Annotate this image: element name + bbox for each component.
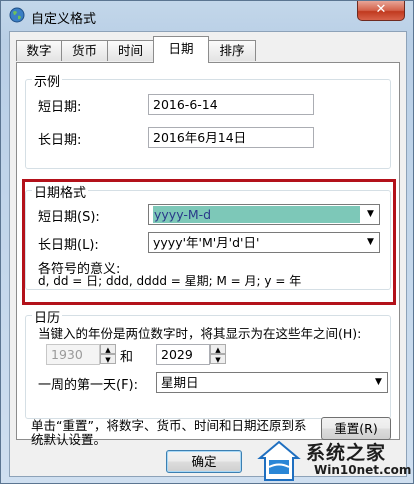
- date-format-group-label: 日期格式: [32, 182, 89, 201]
- house-logo-icon: [257, 440, 301, 481]
- year-from-field: 1930: [46, 344, 100, 365]
- dialog-window: 自定义格式 ✕ 数字 货币 时间 日期 排序 示例 短日期: 2016-6-14…: [0, 0, 414, 484]
- example-long-date-label: 长日期:: [38, 133, 82, 148]
- tab-currency[interactable]: 货币: [61, 40, 108, 61]
- spin-down-icon: ▼: [100, 354, 116, 364]
- watermark-url: Win10net.com: [314, 463, 412, 477]
- example-long-date-field: 2016年6月14日: [148, 127, 314, 148]
- first-day-value: 星期日: [161, 375, 199, 390]
- example-short-date-label: 短日期:: [38, 100, 82, 115]
- long-date-format-label: 长日期(L):: [38, 238, 99, 253]
- short-date-format-label: 短日期(S):: [38, 210, 100, 225]
- globe-icon: [9, 7, 25, 23]
- year-to-spinner[interactable]: ▲ ▼: [210, 344, 226, 365]
- long-date-format-value: yyyy'年'M'月'd'日': [153, 235, 260, 250]
- short-date-format-combo[interactable]: yyyy-M-d ▼: [148, 204, 380, 225]
- example-group: 示例 短日期: 2016-6-14 长日期: 2016年6月14日: [25, 71, 391, 169]
- and-label: 和: [120, 350, 134, 365]
- tab-numbers[interactable]: 数字: [16, 40, 62, 61]
- close-icon: ✕: [375, 2, 387, 17]
- example-short-date-field: 2016-6-14: [148, 94, 314, 115]
- ok-button-label: 确定: [191, 454, 217, 469]
- year-from-spinner: ▲ ▼: [100, 344, 116, 365]
- date-format-group: 日期格式 短日期(S): yyyy-M-d ▼ 长日期(L): yyyy'年'M…: [25, 182, 391, 290]
- close-button[interactable]: ✕: [357, 1, 405, 21]
- year-to-field[interactable]: 2029: [156, 344, 210, 365]
- long-date-format-combo[interactable]: yyyy'年'M'月'd'日' ▼: [148, 232, 380, 253]
- site-watermark: 系统之家 Win10net.com: [256, 432, 414, 484]
- short-date-format-value: yyyy-M-d: [153, 206, 360, 223]
- chevron-down-icon[interactable]: ▼: [362, 205, 379, 224]
- calendar-group: 日历 当键入的年份是两位数字时，将其显示为在这些年之间(H): 1930 ▲ ▼…: [25, 307, 391, 419]
- first-day-label: 一周的第一天(F):: [38, 378, 139, 393]
- spin-down-icon[interactable]: ▼: [210, 354, 226, 364]
- spin-up-icon[interactable]: ▲: [210, 344, 226, 354]
- spin-up-icon: ▲: [100, 344, 116, 354]
- tab-sort[interactable]: 排序: [208, 40, 256, 61]
- ok-button[interactable]: 确定: [166, 450, 242, 473]
- two-digit-year-label: 当键入的年份是两位数字时，将其显示为在这些年之间(H):: [38, 326, 362, 341]
- symbols-text: d, dd = 日; ddd, dddd = 星期; M = 月; y = 年: [38, 274, 302, 288]
- dialog-client: 数字 货币 时间 日期 排序 示例 短日期: 2016-6-14 长日期: 20…: [9, 31, 407, 477]
- chevron-down-icon[interactable]: ▼: [362, 233, 379, 252]
- example-group-label: 示例: [32, 71, 63, 90]
- tab-panel-date: 示例 短日期: 2016-6-14 长日期: 2016年6月14日 日期格式 短…: [16, 62, 400, 447]
- first-day-combo[interactable]: 星期日 ▼: [156, 372, 388, 393]
- title-bar[interactable]: 自定义格式 ✕: [1, 1, 413, 31]
- tab-time[interactable]: 时间: [107, 40, 154, 61]
- watermark-title: 系统之家: [306, 442, 387, 464]
- chevron-down-icon[interactable]: ▼: [370, 373, 387, 392]
- tab-date[interactable]: 日期: [153, 36, 209, 63]
- window-title: 自定义格式: [31, 12, 97, 27]
